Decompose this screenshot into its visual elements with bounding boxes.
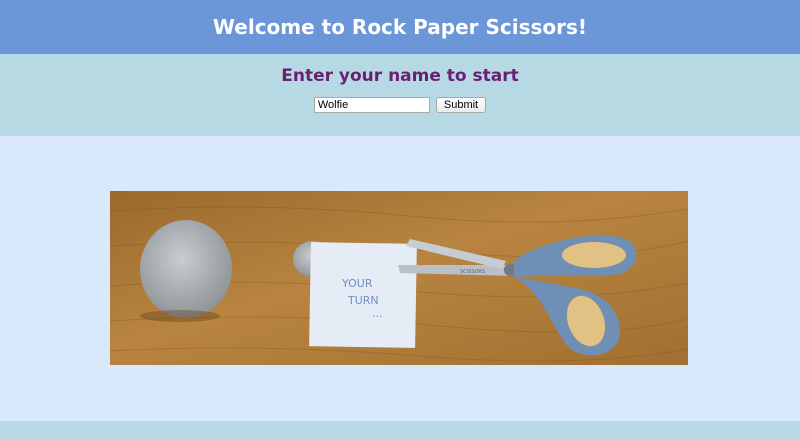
rock (140, 220, 232, 318)
note-line-2: TURN (347, 294, 379, 307)
footer-strip (0, 421, 800, 440)
note-line-3: ... (372, 307, 383, 320)
submit-button[interactable]: Submit (435, 97, 487, 113)
name-prompt: Enter your name to start (281, 66, 519, 86)
name-form: Submit (0, 97, 800, 113)
scissors-brand: SCISSORS (460, 269, 485, 275)
rock-paper-scissors-photo: YOUR TURN ... SCISSORS (110, 191, 688, 365)
name-entry-panel: Enter your name to start Submit (0, 54, 800, 136)
paper-note: YOUR TURN ... (309, 242, 417, 348)
name-input[interactable] (313, 97, 430, 113)
page-title: Welcome to Rock Paper Scissors! (212, 15, 588, 39)
title-banner: Welcome to Rock Paper Scissors! (0, 0, 800, 54)
note-line-1: YOUR (341, 277, 373, 290)
hero-image: YOUR TURN ... SCISSORS (110, 191, 688, 365)
